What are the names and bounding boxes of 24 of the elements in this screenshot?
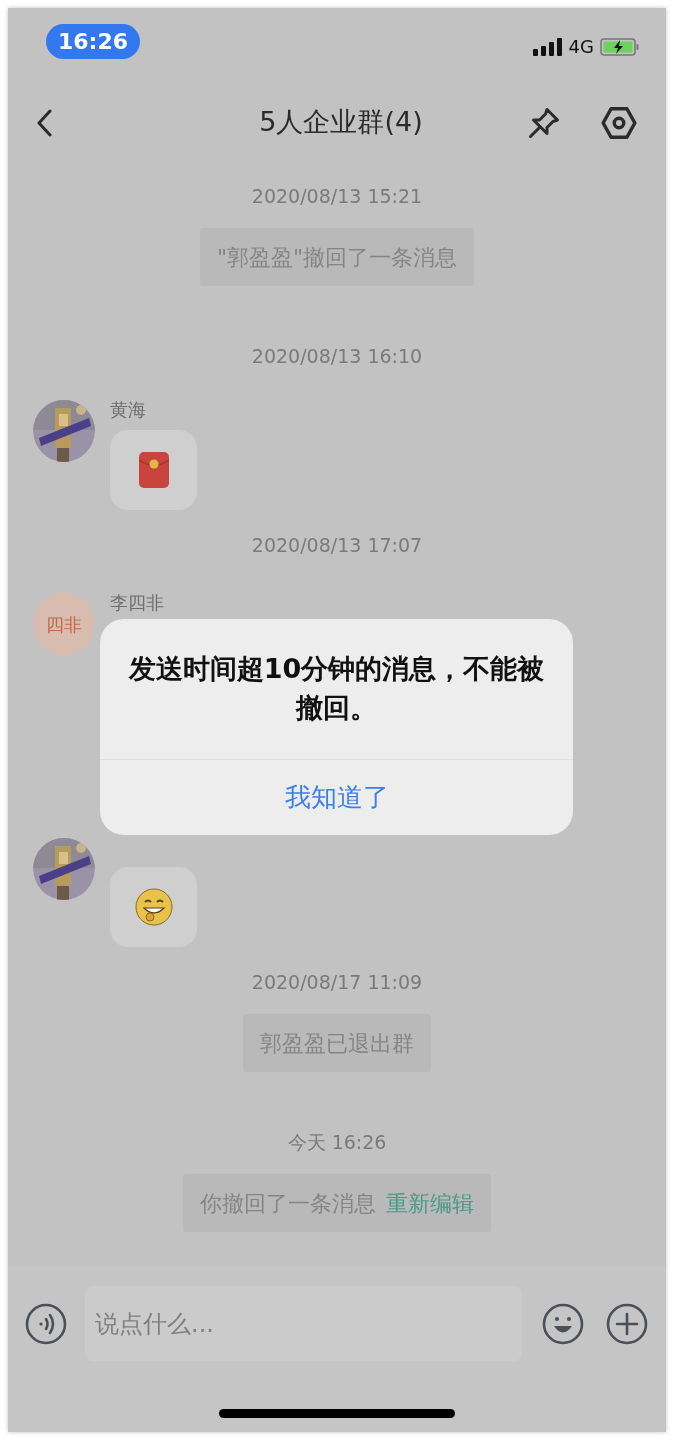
- timestamp: 2020/08/17 11:09: [251, 970, 423, 995]
- network-type: 4G: [568, 35, 594, 59]
- emoji-icon[interactable]: [542, 1302, 584, 1345]
- alert-message: 发送时间超10分钟的消息，不能被撤回。: [127, 652, 546, 725]
- chat-title: 5人企业群(4): [259, 105, 423, 140]
- message-input[interactable]: 说点什么...: [85, 1286, 522, 1362]
- signal-icon: [532, 37, 563, 56]
- acknowledge-button[interactable]: 我知道了: [100, 760, 573, 835]
- grinning-emoji-icon: [134, 888, 173, 927]
- timestamp: 今天 16:26: [287, 1130, 387, 1155]
- envelope-icon: [138, 452, 169, 489]
- timestamp: 2020/08/13 15:21: [251, 184, 423, 209]
- timestamp: 2020/08/13 17:07: [251, 533, 423, 558]
- battery-charging-icon: [600, 36, 640, 57]
- timestamp: 2020/08/13 16:10: [251, 344, 423, 369]
- re-edit-link[interactable]: 重新编辑: [386, 1186, 474, 1220]
- sender-name: 李四非: [110, 593, 164, 614]
- add-icon[interactable]: [606, 1302, 648, 1345]
- sender-name: 黄海: [110, 400, 147, 421]
- chevron-left-icon: [36, 108, 52, 137]
- status-time: 16:26: [46, 24, 140, 59]
- avatar-initials: 四非: [46, 612, 82, 637]
- voice-input-icon[interactable]: [25, 1302, 67, 1345]
- message-bubble[interactable]: [110, 430, 197, 511]
